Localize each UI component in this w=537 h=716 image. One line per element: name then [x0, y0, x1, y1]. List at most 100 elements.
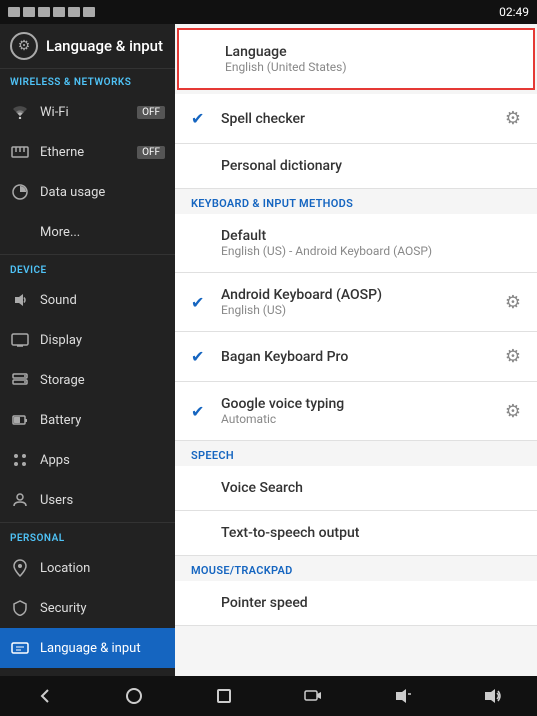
display-icon: [10, 330, 30, 350]
apps-icon: [10, 450, 30, 470]
sidebar-item-storage-label: Storage: [40, 373, 85, 388]
battery-icon: [10, 410, 30, 430]
spell-checker-title: Spell checker: [221, 111, 495, 127]
sidebar-item-backup-reset[interactable]: Backup & reset: [0, 668, 175, 676]
google-voice-texts: Google voice typing Automatic: [221, 396, 495, 426]
sidebar-item-location[interactable]: Location: [0, 548, 175, 588]
section-wireless: WIRELESS & NETWORKS: [0, 69, 175, 92]
divider-device: [0, 254, 175, 255]
sidebar-item-data-usage[interactable]: Data usage: [0, 172, 175, 212]
more-icon: [10, 222, 30, 242]
sidebar-item-more-label: More...: [40, 225, 80, 240]
language-input-icon: [10, 638, 30, 658]
mouse-section-header: MOUSE/TRACKPAD: [175, 556, 537, 581]
sidebar-item-apps-label: Apps: [40, 453, 70, 468]
sidebar-item-wifi-label: Wi-Fi: [40, 105, 69, 120]
language-item[interactable]: Language English (United States): [177, 28, 535, 90]
sidebar-item-ethernet[interactable]: Etherne OFF: [0, 132, 175, 172]
sidebar-item-battery[interactable]: Battery: [0, 400, 175, 440]
sidebar-item-security-label: Security: [40, 601, 87, 616]
status-icon-3: [38, 7, 50, 17]
tts-title: Text-to-speech output: [221, 525, 521, 541]
status-bar: 02:49: [0, 0, 537, 24]
spell-checker-settings-icon[interactable]: ⚙: [505, 108, 521, 129]
camera-button[interactable]: [293, 681, 333, 711]
android-keyboard-check-icon: ✔: [191, 293, 211, 312]
sidebar-item-users[interactable]: Users: [0, 480, 175, 520]
vol-down-button[interactable]: [383, 681, 423, 711]
divider-personal: [0, 522, 175, 523]
language-subtitle: English (United States): [225, 60, 517, 74]
ethernet-icon: [10, 142, 30, 162]
page-title-icon: ⚙: [10, 32, 38, 60]
recent-button[interactable]: [204, 681, 244, 711]
default-keyboard-texts: Default English (US) - Android Keyboard …: [221, 228, 521, 258]
page-title-section: ⚙ Language & input: [0, 24, 175, 69]
content-area: Language English (United States) ✔ Spell…: [175, 24, 537, 676]
sidebar-item-wifi[interactable]: Wi-Fi OFF: [0, 92, 175, 132]
sidebar-item-language-input[interactable]: Language & input: [0, 628, 175, 668]
bagan-keyboard-settings-icon[interactable]: ⚙: [505, 346, 521, 367]
status-icon-2: [23, 7, 35, 17]
sidebar-item-display[interactable]: Display: [0, 320, 175, 360]
security-icon: [10, 598, 30, 618]
vol-up-button[interactable]: [472, 681, 512, 711]
sidebar-item-sound[interactable]: Sound: [0, 280, 175, 320]
sidebar-item-data-label: Data usage: [40, 185, 105, 200]
pointer-speed-title: Pointer speed: [221, 595, 521, 611]
speech-section-header: SPEECH: [175, 441, 537, 466]
voice-search-item[interactable]: Voice Search: [175, 466, 537, 511]
status-icon-6: [83, 7, 95, 17]
google-voice-check-icon: ✔: [191, 402, 211, 421]
status-icon-1: [8, 7, 20, 17]
google-voice-settings-icon[interactable]: ⚙: [505, 401, 521, 422]
google-voice-typing-item[interactable]: ✔ Google voice typing Automatic ⚙: [175, 382, 537, 441]
spell-checker-item[interactable]: ✔ Spell checker ⚙: [175, 94, 537, 144]
default-keyboard-item[interactable]: Default English (US) - Android Keyboard …: [175, 214, 537, 273]
language-item-texts: Language English (United States): [225, 44, 517, 74]
ethernet-toggle[interactable]: OFF: [137, 146, 165, 159]
sidebar: ⚙ Language & input WIRELESS & NETWORKS W…: [0, 24, 175, 676]
page-title-text: Language & input: [46, 37, 163, 55]
section-device: DEVICE: [0, 257, 175, 280]
google-voice-title: Google voice typing: [221, 396, 495, 412]
status-bar-left-icons: [8, 7, 95, 17]
google-voice-subtitle: Automatic: [221, 412, 495, 426]
pointer-speed-texts: Pointer speed: [221, 595, 521, 611]
voice-search-texts: Voice Search: [221, 480, 521, 496]
sidebar-item-security[interactable]: Security: [0, 588, 175, 628]
sidebar-item-language-label: Language & input: [40, 641, 141, 656]
sidebar-item-location-label: Location: [40, 561, 90, 576]
status-time: 02:49: [499, 5, 529, 19]
storage-icon: [10, 370, 30, 390]
back-button[interactable]: [25, 681, 65, 711]
sidebar-item-more[interactable]: More...: [0, 212, 175, 252]
section-personal: PERSONAL: [0, 525, 175, 548]
home-button[interactable]: [114, 681, 154, 711]
sidebar-item-storage[interactable]: Storage: [0, 360, 175, 400]
language-title: Language: [225, 44, 517, 60]
sound-icon: [10, 290, 30, 310]
sidebar-item-ethernet-label: Etherne: [40, 145, 84, 160]
wifi-toggle[interactable]: OFF: [137, 106, 165, 119]
tts-item[interactable]: Text-to-speech output: [175, 511, 537, 556]
android-keyboard-title: Android Keyboard (AOSP): [221, 287, 495, 303]
android-keyboard-item[interactable]: ✔ Android Keyboard (AOSP) English (US) ⚙: [175, 273, 537, 332]
location-icon: [10, 558, 30, 578]
personal-dict-texts: Personal dictionary: [221, 158, 521, 174]
wifi-icon: [10, 102, 30, 122]
android-keyboard-settings-icon[interactable]: ⚙: [505, 292, 521, 313]
sidebar-item-sound-label: Sound: [40, 293, 77, 308]
personal-dict-title: Personal dictionary: [221, 158, 521, 174]
data-usage-icon: [10, 182, 30, 202]
keyboard-section-header: KEYBOARD & INPUT METHODS: [175, 189, 537, 214]
bagan-keyboard-item[interactable]: ✔ Bagan Keyboard Pro ⚙: [175, 332, 537, 382]
sidebar-item-apps[interactable]: Apps: [0, 440, 175, 480]
status-icon-4: [53, 7, 65, 17]
pointer-speed-item[interactable]: Pointer speed: [175, 581, 537, 626]
default-keyboard-subtitle: English (US) - Android Keyboard (AOSP): [221, 244, 521, 258]
bagan-keyboard-check-icon: ✔: [191, 347, 211, 366]
tts-texts: Text-to-speech output: [221, 525, 521, 541]
personal-dictionary-item[interactable]: Personal dictionary: [175, 144, 537, 189]
bagan-keyboard-title: Bagan Keyboard Pro: [221, 349, 495, 365]
